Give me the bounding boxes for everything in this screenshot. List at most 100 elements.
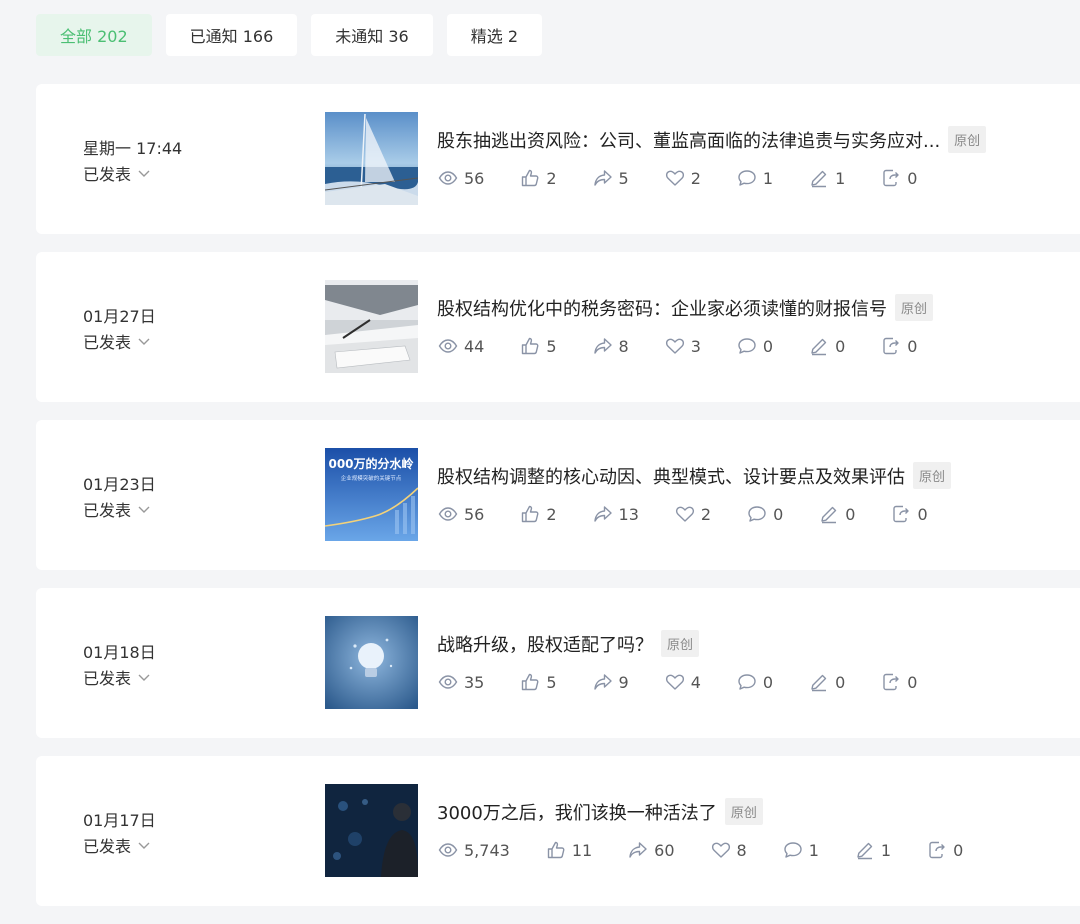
article-card: 01月17日 已发表 3000万之后，我们该换一种活法了 原创 5,743 11… <box>36 756 1080 906</box>
publish-date: 01月17日 <box>83 811 156 830</box>
thumbnail-subtitle: 企业规模突破的关键节点 <box>341 474 402 482</box>
tab-featured[interactable]: 精选 2 <box>446 14 543 56</box>
tab-not-notified[interactable]: 未通知 36 <box>311 14 433 56</box>
comments-count: 0 <box>762 672 774 692</box>
views-count: 5,743 <box>464 840 510 860</box>
article-card: 星期一 17:44 已发表 股东抽逃出资风险：公司、董监高面临的法律追责与实务应… <box>36 84 1080 234</box>
article-thumbnail[interactable] <box>325 280 418 373</box>
notes-count: 0 <box>835 336 846 356</box>
notes-stat: 1 <box>809 168 845 188</box>
comments-stat: 0 <box>737 672 773 692</box>
share-arrow-icon <box>629 842 647 858</box>
status-dropdown[interactable]: 已发表 <box>83 329 151 353</box>
businessman-image <box>325 784 418 877</box>
eye-icon <box>438 171 458 185</box>
article-stats: 44 5 8 3 0 0 0 <box>438 336 953 356</box>
likes-stat: 2 <box>520 168 557 188</box>
notes-count: 1 <box>880 840 892 860</box>
status-label: 已发表 <box>83 165 132 184</box>
article-thumbnail[interactable] <box>325 112 418 205</box>
comments-count: 1 <box>762 168 774 188</box>
article-title[interactable]: 股权结构优化中的税务密码：企业家必须读懂的财报信号 <box>437 295 887 321</box>
notes-stat: 0 <box>819 504 855 524</box>
filter-tabs: 全部 202 已通知 166 未通知 36 精选 2 <box>36 14 543 56</box>
title-row: 3000万之后，我们该换一种活法了 原创 <box>437 798 763 825</box>
status-label: 已发表 <box>83 837 132 856</box>
comments-count: 0 <box>762 336 774 356</box>
forwards-count: 0 <box>953 840 964 860</box>
shares-count: 8 <box>618 336 629 356</box>
heart-icon <box>665 170 684 186</box>
forwards-count: 0 <box>907 168 918 188</box>
likes-stat: 5 <box>520 672 557 692</box>
eye-icon <box>438 675 458 689</box>
favorites-count: 8 <box>736 840 747 860</box>
article-title[interactable]: 战略升级，股权适配了吗？ <box>437 631 653 657</box>
shares-stat: 9 <box>593 672 629 692</box>
tab-all[interactable]: 全部 202 <box>36 14 152 56</box>
pen-icon <box>811 338 827 356</box>
title-row: 股权结构调整的核心动因、典型模式、设计要点及效果评估 原创 <box>437 462 952 489</box>
article-card: 01月23日 已发表 000万的分水岭 企业规模突破的关键节点 股权结构调整的核… <box>36 420 1080 570</box>
original-badge: 原创 <box>724 798 763 825</box>
sailboat-image <box>325 112 418 205</box>
shares-stat: 5 <box>593 168 629 188</box>
forwards-count: 0 <box>907 672 918 692</box>
article-title[interactable]: 股东抽逃出资风险：公司、董监高面临的法律追责与实务应对... <box>437 127 940 153</box>
status-label: 已发表 <box>83 669 132 688</box>
status-dropdown[interactable]: 已发表 <box>83 833 151 857</box>
tab-notified[interactable]: 已通知 166 <box>165 14 298 56</box>
growth-chart-image: 000万的分水岭 企业规模突破的关键节点 <box>325 448 418 541</box>
favorites-count: 3 <box>690 336 701 356</box>
notes-stat: 0 <box>809 672 845 692</box>
comment-bubble-icon <box>784 842 802 858</box>
article-thumbnail[interactable]: 000万的分水岭 企业规模突破的关键节点 <box>325 448 418 541</box>
likes-stat: 11 <box>546 840 592 860</box>
title-row: 股东抽逃出资风险：公司、董监高面临的法律追责与实务应对... 原创 <box>437 126 987 153</box>
views-count: 56 <box>464 168 485 188</box>
article-title[interactable]: 股权结构调整的核心动因、典型模式、设计要点及效果评估 <box>437 463 905 489</box>
shares-stat: 8 <box>593 336 629 356</box>
original-badge: 原创 <box>661 630 700 657</box>
article-thumbnail[interactable] <box>325 616 418 709</box>
status-dropdown[interactable]: 已发表 <box>83 161 151 185</box>
forwards-stat: 0 <box>881 336 917 356</box>
article-stats: 56 2 5 2 1 1 0 <box>438 168 953 188</box>
favorites-stat: 2 <box>665 168 701 188</box>
title-row: 股权结构优化中的税务密码：企业家必须读懂的财报信号 原创 <box>437 294 934 321</box>
shares-stat: 60 <box>628 840 675 860</box>
status-dropdown[interactable]: 已发表 <box>83 665 151 689</box>
light-bulb-image <box>325 616 418 709</box>
article-card: 01月18日 已发表 战略升级，股权适配了吗？ 原创 35 5 9 4 0 0 … <box>36 588 1080 738</box>
export-icon <box>883 673 899 691</box>
chevron-down-icon <box>138 674 150 681</box>
article-thumbnail[interactable] <box>325 784 418 877</box>
likes-stat: 5 <box>520 336 557 356</box>
pen-icon <box>811 170 827 188</box>
export-icon <box>893 505 910 523</box>
article-list: 星期一 17:44 已发表 股东抽逃出资风险：公司、董监高面临的法律追责与实务应… <box>36 84 1080 924</box>
likes-count: 5 <box>546 672 557 692</box>
views-stat: 56 <box>438 504 484 524</box>
forwards-stat: 0 <box>881 168 917 188</box>
status-dropdown[interactable]: 已发表 <box>83 497 151 521</box>
likes-count: 5 <box>546 336 557 356</box>
favorites-stat: 4 <box>665 672 701 692</box>
publish-date: 01月27日 <box>83 307 156 326</box>
shares-count: 60 <box>654 840 675 860</box>
likes-count: 11 <box>571 840 593 860</box>
documents-image <box>325 280 418 373</box>
views-count: 56 <box>464 504 485 524</box>
shares-count: 9 <box>618 672 629 692</box>
comments-stat: 1 <box>783 840 819 860</box>
article-title[interactable]: 3000万之后，我们该换一种活法了 <box>437 799 717 825</box>
pen-icon <box>811 674 827 692</box>
eye-icon <box>438 339 458 353</box>
favorites-stat: 3 <box>665 336 701 356</box>
comments-stat: 0 <box>747 504 783 524</box>
pen-icon <box>821 506 837 524</box>
eye-icon <box>438 507 458 521</box>
article-stats: 35 5 9 4 0 0 0 <box>438 672 953 692</box>
thumbs-up-icon <box>522 673 539 691</box>
article-card: 01月27日 已发表 股权结构优化中的税务密码：企业家必须读懂的财报信号 原创 … <box>36 252 1080 402</box>
